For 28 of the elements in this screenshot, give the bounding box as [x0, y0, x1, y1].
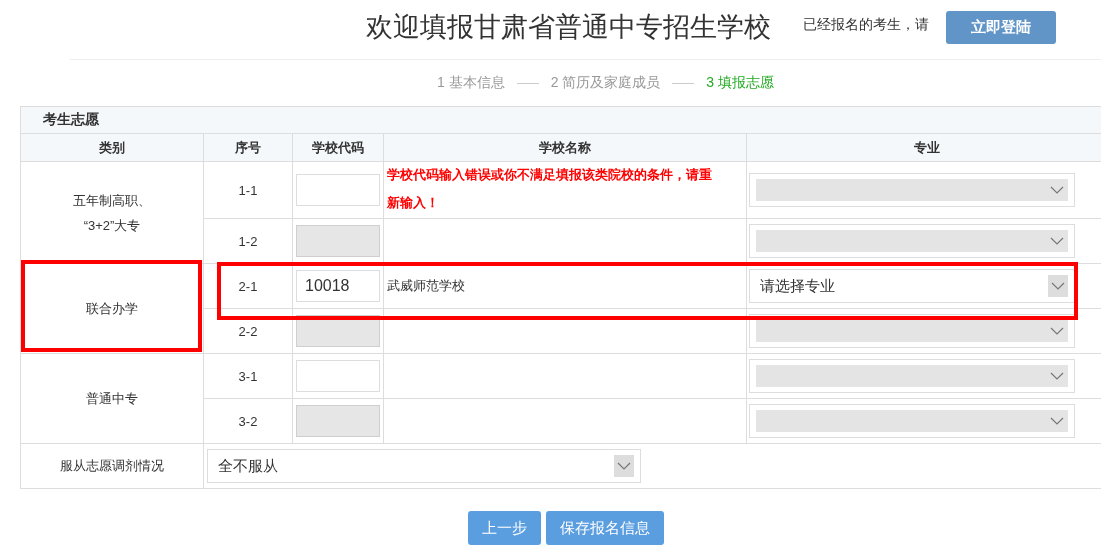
sequence-number: 2-2: [238, 323, 258, 339]
login-prompt: 已经报名的考生，请: [803, 16, 929, 34]
column-header: 专业: [746, 133, 1101, 162]
page-title: 欢迎填报甘肃省普通中专招生学校: [366, 11, 771, 44]
sequence-number: 3-1: [238, 368, 258, 384]
column-header: 学校名称: [383, 133, 747, 162]
column-header: 学校代码: [292, 133, 384, 162]
school-code-field[interactable]: [296, 360, 380, 392]
category-label: 联合办学: [86, 300, 138, 318]
category-label: 普通中专: [86, 390, 138, 408]
section-title: 考生志愿: [43, 111, 99, 127]
school-code-field[interactable]: 10018: [296, 270, 380, 302]
column-header: 类别: [20, 133, 204, 162]
step-label: 3 填报志愿: [706, 74, 775, 92]
sequence-number: 1-2: [238, 233, 258, 249]
sequence-number: 3-2: [238, 413, 258, 429]
major-select[interactable]: 请选择专业: [749, 269, 1075, 303]
step-label: 1 基本信息: [436, 74, 505, 92]
category-label: 五年制高职、 “3+2”大专: [73, 191, 151, 235]
school-name: 武威师范学校: [387, 278, 465, 293]
step-label: 2 简历及家庭成员: [550, 74, 661, 92]
school-code-field[interactable]: [296, 174, 380, 206]
adjustment-label: 服从志愿调剂情况: [60, 458, 164, 473]
sequence-number: 1-1: [238, 182, 258, 198]
error-message: 学校代码输入错误或你不满足填报该类院校的条件，请重新输入！: [387, 166, 712, 212]
sequence-number: 2-1: [238, 278, 258, 294]
column-header: 序号: [203, 133, 293, 162]
adjustment-select[interactable]: 全不服从: [207, 449, 641, 483]
